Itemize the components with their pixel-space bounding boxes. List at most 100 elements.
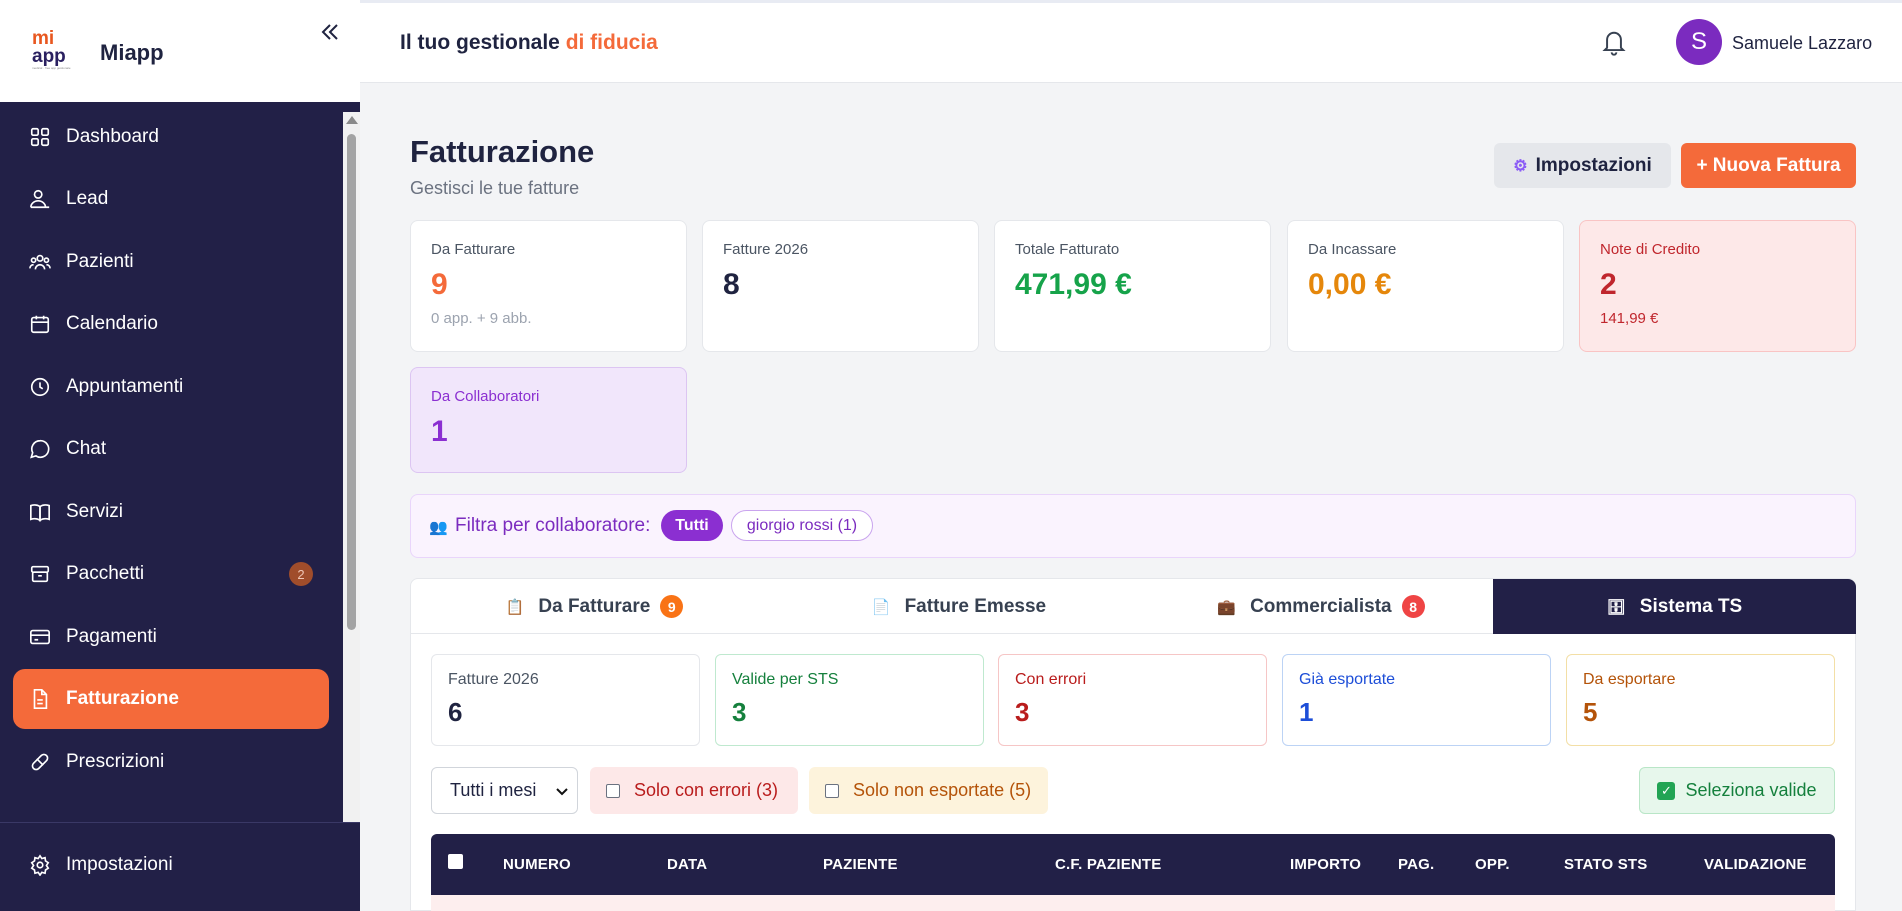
briefcase-icon: 💼 xyxy=(1217,598,1237,616)
sidebar-item-label: Calendario xyxy=(66,313,158,334)
stat-card-da-incassare[interactable]: Da Incassare 0,00 € xyxy=(1287,220,1564,352)
filter-label: Filtra per collaboratore: xyxy=(455,515,651,536)
column-header-stato-sts[interactable]: STATO STS xyxy=(1564,856,1647,873)
check-icon: ✓ xyxy=(1657,781,1676,800)
ts-stat-da-esportare: Da esportare 5 xyxy=(1566,654,1835,746)
table-row[interactable] xyxy=(431,895,1835,911)
sidebar-item-lead[interactable]: Lead xyxy=(13,169,329,229)
user-name[interactable]: Samuele Lazzaro xyxy=(1732,33,1872,54)
month-select[interactable]: Tutti i mesi xyxy=(431,767,578,814)
stat-card-note-credito[interactable]: Note di Credito 2 141,99 € xyxy=(1579,220,1856,352)
tab-count-badge: 8 xyxy=(1401,595,1425,618)
app-name: Miapp xyxy=(100,40,164,65)
avatar[interactable]: S xyxy=(1676,19,1722,65)
filter-chip-all[interactable]: Tutti xyxy=(661,510,723,541)
top-bar: Il tuo gestionale di fiducia S Samuele L… xyxy=(360,3,1902,83)
sidebar-item-label: Pacchetti xyxy=(66,563,145,584)
sidebar-scrollbar[interactable] xyxy=(343,112,360,822)
sidebar-item-dashboard[interactable]: Dashboard xyxy=(13,107,329,167)
sidebar-item-label: Lead xyxy=(66,188,109,209)
tab-fatture-emesse[interactable]: 📄 Fatture Emesse xyxy=(778,579,1140,634)
ts-stat-con-errori: Con errori 3 xyxy=(998,654,1267,746)
book-icon xyxy=(30,504,50,522)
sidebar-item-calendario[interactable]: Calendario xyxy=(13,294,329,354)
sidebar-item-impostazioni[interactable]: Impostazioni xyxy=(13,835,329,895)
file-icon: 📄 xyxy=(871,598,891,616)
sidebar-item-label: Pazienti xyxy=(66,251,134,272)
tab-da-fatturare[interactable]: 📋 Da Fatturare 9 xyxy=(411,579,778,634)
tab-count-badge: 9 xyxy=(660,595,684,618)
sidebar-item-pacchetti[interactable]: Pacchetti 2 xyxy=(13,544,329,604)
sidebar-item-label: Chat xyxy=(66,438,107,459)
settings-button[interactable]: ⚙ Impostazioni xyxy=(1494,143,1671,188)
chevron-down-icon xyxy=(556,788,568,796)
document-icon xyxy=(33,689,48,709)
ts-stat-fatture-anno: Fatture 2026 6 xyxy=(431,654,700,746)
column-header-opposizione[interactable]: OPP. xyxy=(1475,856,1510,873)
checkbox[interactable] xyxy=(606,783,620,798)
column-header-cf-paziente[interactable]: C.F. PAZIENTE xyxy=(1055,856,1162,873)
clock-icon xyxy=(30,377,50,397)
sidebar-item-prescrizioni[interactable]: Prescrizioni xyxy=(13,732,329,792)
package-icon xyxy=(30,565,50,583)
scroll-up-icon[interactable] xyxy=(346,116,358,124)
only-not-exported-checkbox[interactable]: Solo non esportate (5) xyxy=(809,767,1048,814)
sistema-ts-panel: Fatture 2026 6 Valide per STS 3 Con erro… xyxy=(410,634,1856,911)
invoice-tabs: 📋 Da Fatturare 9 📄 Fatture Emesse 💼 Comm… xyxy=(410,578,1856,634)
stat-card-totale-fatturato[interactable]: Totale Fatturato 471,99 € xyxy=(994,220,1271,352)
bell-icon[interactable] xyxy=(1600,27,1628,57)
filter-chip-collaborator[interactable]: giorgio rossi (1) xyxy=(731,510,873,541)
clipboard-icon: 📋 xyxy=(505,598,525,616)
tab-sistema-ts[interactable]: 🗄 Sistema TS xyxy=(1493,579,1856,634)
tab-commercialista[interactable]: 💼 Commercialista 8 xyxy=(1140,579,1502,634)
sidebar-item-appuntamenti[interactable]: Appuntamenti xyxy=(13,357,329,417)
column-header-pagamento[interactable]: PAG. xyxy=(1398,856,1434,873)
sidebar-item-label: Fatturazione xyxy=(66,688,179,709)
grid-icon xyxy=(30,127,50,147)
sidebar-item-label: Servizi xyxy=(66,501,124,522)
column-header-validazione[interactable]: VALIDAZIONE xyxy=(1704,856,1807,873)
column-header-paziente[interactable]: PAZIENTE xyxy=(823,856,898,873)
column-header-numero[interactable]: NUMERO xyxy=(503,856,571,873)
collaborator-filter-bar: 👥 Filtra per collaboratore: Tutti giorgi… xyxy=(410,494,1856,558)
sidebar: mi app medical · free app gestionale Mia… xyxy=(0,0,360,911)
only-errors-checkbox[interactable]: Solo con errori (3) xyxy=(590,767,798,814)
sidebar-item-label: Pagamenti xyxy=(66,626,157,647)
sidebar-item-label: Impostazioni xyxy=(66,854,173,875)
tagline: Il tuo gestionale di fiducia xyxy=(400,31,658,54)
stat-card-fatture-anno[interactable]: Fatture 2026 8 xyxy=(702,220,979,352)
person-icon xyxy=(30,189,50,209)
page-title: Fatturazione xyxy=(410,134,595,169)
sidebar-item-servizi[interactable]: Servizi xyxy=(13,482,329,542)
card-icon xyxy=(30,629,50,645)
gear-icon xyxy=(30,854,50,876)
gear-icon: ⚙ xyxy=(1513,157,1528,175)
sidebar-item-label: Dashboard xyxy=(66,126,159,147)
main-content: Fatturazione Gestisci le tue fatture ⚙ Im… xyxy=(360,84,1902,911)
sidebar-item-fatturazione[interactable]: Fatturazione xyxy=(13,669,329,729)
select-valid-button[interactable]: ✓ Seleziona valide xyxy=(1639,767,1835,814)
scrollbar-thumb[interactable] xyxy=(347,134,356,630)
sidebar-item-pazienti[interactable]: Pazienti xyxy=(13,232,329,292)
table-header: NUMERO DATA PAZIENTE C.F. PAZIENTE IMPOR… xyxy=(431,834,1835,895)
app-logo[interactable]: mi app medical · free app gestionale xyxy=(32,29,78,74)
stat-card-da-collaboratori[interactable]: Da Collaboratori 1 xyxy=(410,367,687,473)
ts-stat-gia-esportate: Già esportate 1 xyxy=(1282,654,1551,746)
sidebar-item-chat[interactable]: Chat xyxy=(13,419,329,479)
ts-stat-valide: Valide per STS 3 xyxy=(715,654,984,746)
checkbox[interactable] xyxy=(825,783,839,798)
chat-icon xyxy=(30,439,50,459)
calendar-icon xyxy=(30,315,50,334)
pill-icon xyxy=(31,753,49,771)
sidebar-item-label: Prescrizioni xyxy=(66,751,165,772)
users-icon xyxy=(29,254,51,270)
new-invoice-button[interactable]: + Nuova Fattura xyxy=(1681,143,1856,188)
column-header-data[interactable]: DATA xyxy=(667,856,707,873)
collapse-sidebar-icon[interactable] xyxy=(316,18,344,46)
logo-area: mi app medical · free app gestionale Mia… xyxy=(0,0,360,102)
sidebar-item-pagamenti[interactable]: Pagamenti xyxy=(13,607,329,667)
stat-card-da-fatturare[interactable]: Da Fatturare 9 0 app. + 9 abb. xyxy=(410,220,687,352)
select-all-checkbox[interactable] xyxy=(448,854,463,869)
column-header-importo[interactable]: IMPORTO xyxy=(1290,856,1361,873)
server-icon: 🗄 xyxy=(1606,598,1626,616)
